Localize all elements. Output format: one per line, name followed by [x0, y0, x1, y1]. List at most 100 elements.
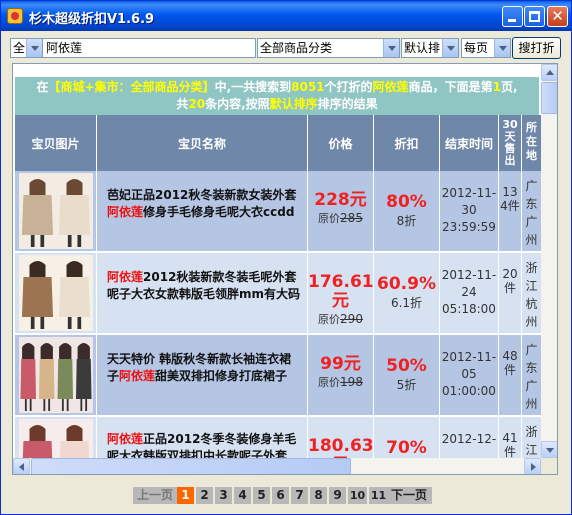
close-button[interactable]: ✕	[547, 6, 568, 27]
end-time-cell: 2012-12-	[440, 417, 499, 458]
header-end-time[interactable]: 结束时间	[440, 115, 499, 171]
prev-page-button[interactable]: 上一页	[133, 487, 177, 504]
summary-count: 8051	[291, 80, 325, 94]
price-cell: 228元 原价285	[308, 171, 374, 252]
chevron-down-icon[interactable]	[442, 39, 458, 57]
summary-text: 中,一共搜索到	[214, 80, 292, 94]
chevron-down-icon[interactable]	[494, 39, 510, 57]
results-panel: 在【商城+集市：全部商品分类】中,一共搜索到8051个打折的阿依莲商品，下面是第…	[12, 63, 558, 475]
image-cell[interactable]	[15, 417, 97, 458]
end-time-cell: 2012-11-30 23:59:59	[440, 171, 499, 252]
summary-text: 个打折的	[324, 80, 373, 94]
original-price: 原价290	[308, 311, 373, 327]
table-row[interactable]: 芭妃正品2012秋冬装新款女装外套阿依莲修身手毛修身毛呢大衣ccdd 228元 原价…	[15, 171, 542, 252]
summary-sort: 默认排序	[269, 97, 318, 111]
keyword-input[interactable]: 阿依莲	[42, 38, 256, 58]
maximize-button[interactable]	[524, 6, 545, 27]
scroll-up-button[interactable]	[541, 64, 557, 81]
page-number-2[interactable]: 2	[196, 487, 214, 504]
vertical-scrollbar[interactable]	[541, 64, 557, 458]
header-image[interactable]: 宝贝图片	[15, 115, 97, 171]
table-row[interactable]: 天天特价 韩版秋冬新款长袖连衣裙子阿依莲甜美双排扣修身打底裙子 99元 原价198 5…	[15, 335, 542, 416]
app-window: 杉木超级折扣V1.6.9 ✕ 全 阿依莲 全部商品分类 默认排 每页 搜打折 在…	[0, 0, 572, 515]
page-number-7[interactable]: 7	[291, 487, 309, 504]
search-button[interactable]: 搜打折	[512, 37, 561, 59]
product-name-text: 修身手毛修身毛呢大衣ccdd	[143, 205, 295, 219]
product-photo[interactable]	[19, 255, 93, 331]
name-cell[interactable]: 阿依莲正品2012冬季冬装修身羊毛呢大衣韩版双排扣中长款呢子外套	[97, 417, 308, 458]
page-number-9[interactable]: 9	[329, 487, 347, 504]
original-price: 原价285	[308, 210, 373, 226]
maximize-icon	[529, 11, 540, 22]
discount-percent: 60.9%	[377, 274, 436, 294]
next-page-button[interactable]: 下一页	[386, 487, 432, 504]
summary-text: 排序的结果	[317, 97, 378, 111]
summary-text: 商品，下面是第	[408, 80, 493, 94]
header-location[interactable]: 所在地	[522, 115, 542, 171]
image-cell[interactable]	[15, 335, 97, 416]
location-cell: 浙江杭州	[522, 253, 542, 334]
table-row[interactable]: 阿依莲正品2012冬季冬装修身羊毛呢大衣韩版双排扣中长款呢子外套180.63元原…	[15, 417, 542, 458]
header-discount[interactable]: 折扣	[374, 115, 440, 171]
chevron-up-icon	[546, 70, 554, 75]
name-cell[interactable]: 阿依莲2012秋装新款冬装毛呢外套呢子大衣女款韩版毛领胖mm有大码	[97, 253, 308, 334]
header-sold[interactable]: 30天售出	[499, 115, 522, 171]
sort-select-value: 默认排	[404, 41, 441, 55]
chevron-down-icon[interactable]	[26, 39, 42, 57]
header-name[interactable]: 宝贝名称	[97, 115, 308, 171]
header-price[interactable]: 价格	[308, 115, 374, 171]
scroll-left-button[interactable]	[13, 458, 30, 474]
scroll-corner	[541, 458, 557, 474]
perpage-select-value: 每页	[464, 41, 489, 55]
page-number-10[interactable]: 10	[348, 487, 368, 504]
sold-count: 20件	[502, 267, 518, 295]
discount-percent: 80%	[386, 192, 427, 212]
category-select[interactable]: 全部商品分类	[257, 38, 400, 58]
keyword-input-value: 阿依莲	[46, 41, 83, 55]
page-number-6[interactable]: 6	[272, 487, 290, 504]
summary-items: 20	[188, 97, 206, 111]
summary-scope: 【商城+集市：全部商品分类】	[48, 80, 215, 94]
horizontal-scroll-thumb[interactable]	[31, 458, 351, 474]
horizontal-scrollbar[interactable]	[13, 458, 541, 474]
image-cell[interactable]	[15, 253, 97, 334]
location-text: 浙江杭州	[525, 425, 538, 457]
summary-text: 条内容,按照	[205, 97, 270, 111]
product-photo[interactable]	[19, 419, 93, 458]
discount-cell: 60.9% 6.1折	[374, 253, 440, 334]
image-cell[interactable]	[15, 171, 97, 252]
page-number-1[interactable]: 1	[177, 487, 195, 504]
vertical-scroll-thumb[interactable]	[541, 82, 557, 114]
header-label: 折扣	[394, 137, 419, 151]
page-number-5[interactable]: 5	[253, 487, 271, 504]
scope-select[interactable]: 全	[10, 38, 43, 58]
scroll-right-button[interactable]	[524, 458, 541, 474]
original-price-value: 198	[340, 375, 363, 389]
discount-rate: 8折	[396, 214, 417, 228]
product-photo[interactable]	[19, 173, 93, 249]
sort-select[interactable]: 默认排	[401, 38, 459, 58]
page-number-4[interactable]: 4	[234, 487, 252, 504]
end-date: 2012-11-05	[441, 350, 497, 381]
chevron-down-icon[interactable]	[383, 39, 399, 57]
page-number-3[interactable]: 3	[215, 487, 233, 504]
header-label: 价格	[328, 137, 353, 151]
table-row[interactable]: 阿依莲2012秋装新款冬装毛呢外套呢子大衣女款韩版毛领胖mm有大码 176.61元…	[15, 253, 542, 334]
window-title: 杉木超级折扣V1.6.9	[29, 12, 155, 27]
end-time: 05:18:00	[442, 302, 496, 316]
scroll-down-button[interactable]	[541, 441, 557, 458]
perpage-select[interactable]: 每页	[461, 38, 511, 58]
sold-count: 48件	[502, 349, 518, 377]
product-photo[interactable]	[19, 337, 93, 413]
title-bar[interactable]: 杉木超级折扣V1.6.9 ✕	[1, 1, 571, 31]
original-price-label: 原价	[318, 313, 341, 326]
chevron-left-icon	[19, 463, 24, 471]
page-number-8[interactable]: 8	[310, 487, 328, 504]
scope-select-value: 全	[13, 41, 26, 55]
minimize-button[interactable]	[502, 6, 523, 27]
minimize-icon	[508, 19, 516, 22]
name-cell[interactable]: 芭妃正品2012秋冬装新款女装外套阿依莲修身手毛修身毛呢大衣ccdd	[97, 171, 308, 252]
summary-page: 1	[492, 80, 501, 94]
location-cell: 广东广州	[522, 171, 542, 252]
name-cell[interactable]: 天天特价 韩版秋冬新款长袖连衣裙子阿依莲甜美双排扣修身打底裙子	[97, 335, 308, 416]
